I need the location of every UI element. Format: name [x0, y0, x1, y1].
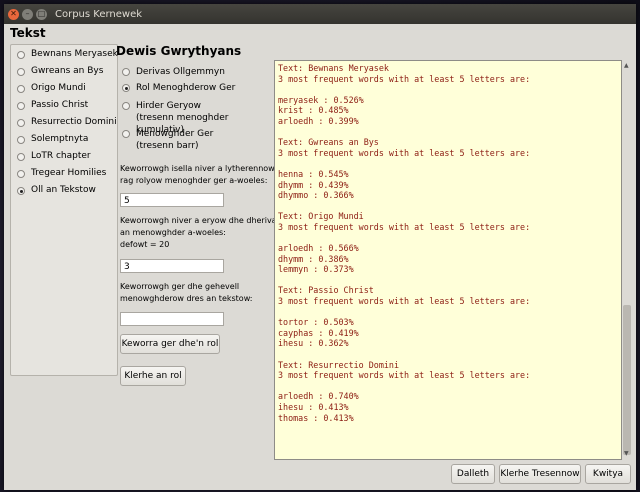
scroll-down-icon[interactable]: ▼: [624, 450, 629, 457]
text-option-passio-christ[interactable]: Passio Christ: [17, 100, 88, 110]
word-count-input[interactable]: 3: [120, 259, 224, 273]
maximize-icon[interactable]: □: [36, 8, 47, 20]
radio-selected-icon: [17, 187, 25, 195]
title-bar: ✕ – □ Corpus Kernewek: [4, 4, 636, 24]
compare-word-input[interactable]: [120, 312, 224, 326]
radio-icon: [17, 119, 25, 127]
radio-icon: [17, 51, 25, 59]
text-heading: Tekst: [10, 26, 46, 40]
radio-icon: [17, 102, 25, 110]
radio-icon: [17, 170, 25, 178]
text-option-bewnans-meryasek[interactable]: Bewnans Meryasek: [17, 49, 118, 59]
option-rol-menoghderow-ger[interactable]: Rol Menoghderow Ger: [122, 82, 235, 94]
close-icon[interactable]: ✕: [8, 8, 19, 20]
clear-list-button[interactable]: Klerhe an rol: [120, 366, 186, 386]
output-scrollbar[interactable]: ▲ ▼: [622, 60, 632, 460]
text-option-lotr-chapter[interactable]: LoTR chapter: [17, 151, 91, 161]
analysis-heading: Dewis Gwrythyans: [116, 44, 242, 58]
min-letters-input[interactable]: 5: [120, 193, 224, 207]
scroll-up-icon[interactable]: ▲: [624, 62, 629, 69]
text-option-tregear-homilies[interactable]: Tregear Homilies: [17, 168, 106, 178]
start-button[interactable]: Dalleth: [451, 464, 495, 484]
radio-icon: [17, 136, 25, 144]
text-option-resurrectio-domini[interactable]: Resurrectio Domini: [17, 117, 117, 127]
compare-word-prompt: Keworrowgh ger dhe gehevell menowghderow…: [120, 282, 253, 303]
radio-icon: [17, 68, 25, 76]
radio-selected-icon: [122, 84, 130, 92]
option-menowghder-ger[interactable]: Menowghder Ger (tresenn barr): [122, 128, 213, 152]
radio-icon: [122, 102, 130, 110]
quit-button[interactable]: Kwitya: [585, 464, 631, 484]
output-text-area[interactable]: Text: Bewnans Meryasek 3 most frequent w…: [274, 60, 622, 460]
window-title: Corpus Kernewek: [55, 8, 143, 20]
text-list: Bewnans Meryasek Gwreans an Bys Origo Mu…: [10, 44, 118, 376]
min-letters-prompt: Keworrowgh isella niver a lytherennow ra…: [120, 164, 275, 185]
output-text: Text: Bewnans Meryasek 3 most frequent w…: [278, 63, 531, 423]
text-option-gwreans-an-bys[interactable]: Gwreans an Bys: [17, 66, 103, 76]
radio-icon: [17, 85, 25, 93]
text-option-solemptnyta[interactable]: Solemptnyta: [17, 134, 88, 144]
scrollbar-thumb[interactable]: [623, 305, 631, 455]
app-window: ✕ – □ Corpus Kernewek Tekst Bewnans Mery…: [4, 4, 636, 490]
clear-output-button[interactable]: Klerhe Tresennow: [499, 464, 581, 484]
word-count-prompt: Keworrowgh niver a eryow dhe dherivas an…: [120, 216, 281, 249]
minimize-icon[interactable]: –: [22, 8, 33, 20]
option-derivas-ollgemmyn[interactable]: Derivas Ollgemmyn: [122, 66, 225, 78]
text-option-origo-mundi[interactable]: Origo Mundi: [17, 83, 86, 93]
radio-icon: [17, 153, 25, 161]
radio-icon: [122, 68, 130, 76]
text-option-oll-an-tekstow[interactable]: Oll an Tekstow: [17, 185, 96, 195]
radio-icon: [122, 130, 130, 138]
add-word-button[interactable]: Keworra ger dhe'n rol: [120, 334, 220, 354]
